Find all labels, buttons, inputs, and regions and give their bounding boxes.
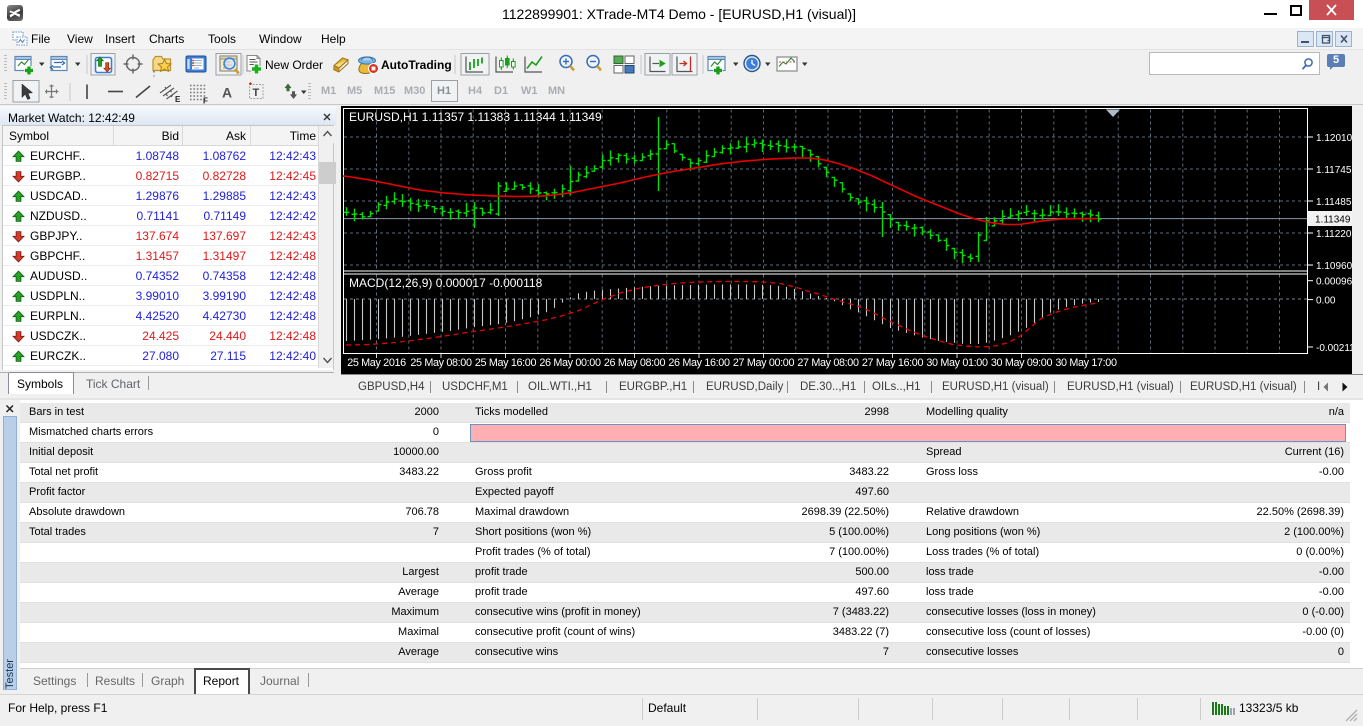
svg-text:26 May 08:00: 26 May 08:00 (604, 357, 666, 369)
svg-text:E: E (175, 95, 181, 104)
svg-text:1.11485: 1.11485 (1316, 197, 1352, 208)
svg-text:25 May 16:00: 25 May 16:00 (475, 357, 537, 369)
svg-text:27 May 16:00: 27 May 16:00 (862, 357, 924, 369)
svg-text:1.11745: 1.11745 (1316, 165, 1352, 176)
svg-text:-0.002113: -0.002113 (1316, 343, 1352, 354)
svg-text:25 May 08:00: 25 May 08:00 (410, 357, 472, 369)
svg-text:30 May 09:00: 30 May 09:00 (991, 357, 1053, 369)
svg-text:27 May 08:00: 27 May 08:00 (797, 357, 859, 369)
svg-text:1.11220: 1.11220 (1316, 229, 1352, 240)
svg-text:A: A (222, 85, 232, 101)
svg-text:30 May 17:00: 30 May 17:00 (1055, 357, 1117, 369)
svg-text:F: F (203, 97, 208, 106)
svg-text:27 May 00:00: 27 May 00:00 (733, 357, 795, 369)
svg-text:30 May 01:00: 30 May 01:00 (926, 357, 988, 369)
svg-text:26 May 00:00: 26 May 00:00 (539, 357, 601, 369)
svg-text:25 May 2016: 25 May 2016 (347, 357, 406, 369)
svg-text:0.00: 0.00 (1316, 296, 1336, 307)
svg-text:T: T (253, 87, 260, 99)
svg-text:26 May 16:00: 26 May 16:00 (668, 357, 730, 369)
svg-text:1.10960: 1.10960 (1316, 261, 1352, 272)
svg-text:0.000966: 0.000966 (1316, 277, 1352, 288)
svg-text:EURUSD,H1 1.11357 1.11383 1.1: EURUSD,H1 1.11357 1.11383 1.11344 1.1134… (349, 110, 602, 124)
svg-text:1.12010: 1.12010 (1316, 133, 1352, 144)
svg-text:MACD(12,26,9) 0.000017 -0.0001: MACD(12,26,9) 0.000017 -0.000118 (349, 276, 543, 290)
svg-text:1.11349: 1.11349 (1315, 215, 1351, 226)
